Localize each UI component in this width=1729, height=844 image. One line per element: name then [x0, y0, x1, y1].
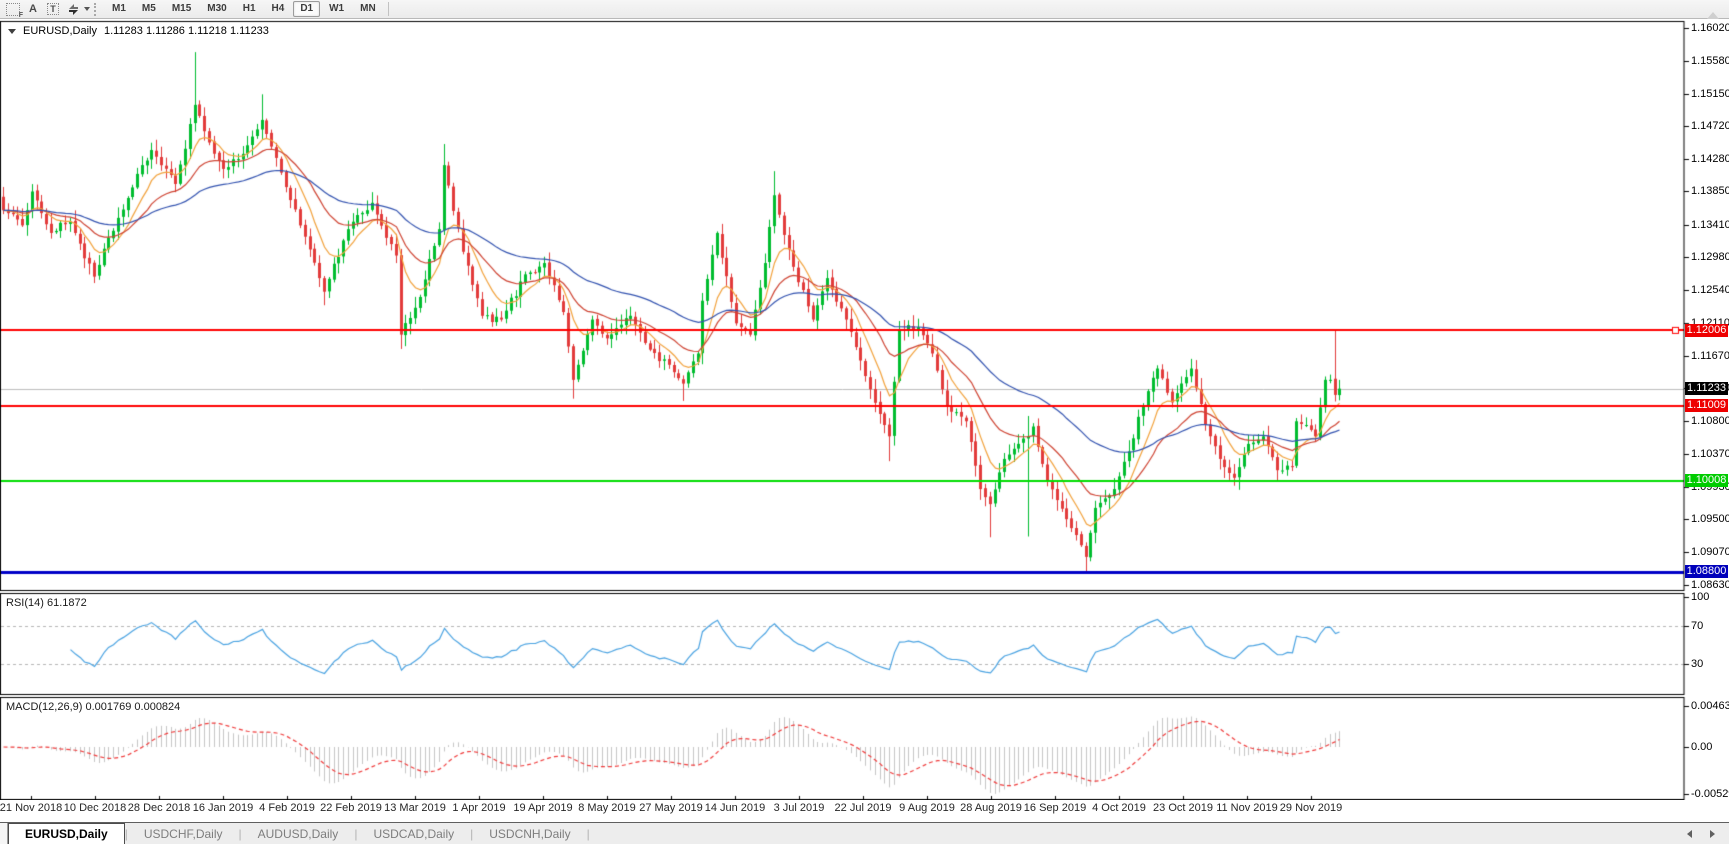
- rsi-tick-label: 30: [1691, 657, 1704, 670]
- timeframe-button-mn[interactable]: MN: [353, 1, 383, 17]
- rsi-indicator-label: RSI(14) 61.1872: [6, 597, 87, 609]
- price-tick-label: 1.09500: [1691, 513, 1729, 526]
- date-tick-label: 8 May 2019: [578, 802, 636, 814]
- price-tick-label: 1.08630: [1691, 578, 1729, 591]
- dropdown-caret-icon[interactable]: [84, 7, 90, 11]
- date-tick-label: 28 Dec 2018: [127, 802, 191, 814]
- chart-tab-audusd[interactable]: AUDUSD,Daily: [242, 823, 355, 844]
- timeframe-button-m1[interactable]: M1: [105, 1, 133, 17]
- diagonal-arrows-glyph: [68, 3, 78, 15]
- date-tick-label: 1 Apr 2019: [452, 802, 506, 814]
- tab-divider: |: [586, 826, 590, 841]
- price-tick-label: 1.09070: [1691, 545, 1729, 558]
- timeframe-button-w1[interactable]: W1: [322, 1, 351, 17]
- price-tick-label: 1.13410: [1691, 218, 1729, 231]
- price-tick-label: 1.11670: [1691, 349, 1729, 362]
- price-level-badge-1.12006: 1.12006: [1685, 323, 1728, 337]
- price-level-badge-1.10008: 1.10008: [1685, 474, 1728, 488]
- text-a-icon[interactable]: A: [24, 2, 42, 17]
- date-tick-label: 23 Oct 2019: [1153, 802, 1213, 814]
- scroll-up-icon: [1707, 12, 1719, 19]
- chart-tab-bar: EURUSD,Daily | USDCHF,Daily | AUDUSD,Daily | U…: [0, 822, 1729, 844]
- price-scale[interactable]: 1.16020 1.15580 1.15150 1.14720 1.14280 1.138…: [1684, 20, 1729, 800]
- chart-tab-usdcad[interactable]: USDCAD,Daily: [357, 823, 470, 844]
- tab-bar-notch: [0, 823, 8, 844]
- grid-f-icon[interactable]: F: [4, 2, 23, 19]
- price-tick-label: 1.10800: [1691, 415, 1729, 428]
- date-tick-label: 21 Nov 2018: [0, 802, 63, 814]
- chart-tab-usdchf[interactable]: USDCHF,Daily: [128, 823, 239, 844]
- price-level-badge-1.11009: 1.11009: [1685, 399, 1728, 412]
- rsi-tick-label: 70: [1691, 619, 1704, 632]
- arrow-styles-icon[interactable]: [64, 2, 82, 17]
- symbol-period-label: EURUSD,Daily: [23, 25, 97, 37]
- price-tick-label: 1.14720: [1691, 119, 1729, 132]
- date-tick-label: 27 May 2019: [639, 802, 703, 814]
- date-tick-label: 11 Nov 2019: [1216, 802, 1278, 814]
- price-tick-label: 1.12980: [1691, 251, 1729, 264]
- date-tick-label: 3 Jul 2019: [773, 802, 825, 814]
- macd-indicator-label: MACD(12,26,9) 0.001769 0.000824: [6, 701, 181, 713]
- date-tick-label: 19 Apr 2019: [513, 802, 573, 814]
- macd-tick-label: -0.005299: [1691, 788, 1729, 801]
- rsi-tick-label: 100: [1691, 591, 1710, 603]
- timeframe-button-d1[interactable]: D1: [293, 1, 321, 17]
- date-tick-label: 4 Feb 2019: [259, 802, 315, 814]
- price-tick-label: 1.13850: [1691, 185, 1729, 198]
- timeframe-button-m30[interactable]: M30: [200, 1, 233, 17]
- date-tick-label: 9 Aug 2019: [899, 802, 955, 814]
- price-tick-label: 1.12540: [1691, 284, 1729, 297]
- tab-scroll-right-icon[interactable]: [1710, 829, 1715, 838]
- date-tick-label: 16 Sep 2019: [1023, 802, 1087, 814]
- date-tick-label: 13 Mar 2019: [384, 802, 446, 814]
- macd-tick-label: 0.00463: [1691, 699, 1729, 712]
- tab-scroll-left-icon[interactable]: [1687, 829, 1692, 838]
- timeframe-button-h1[interactable]: H1: [236, 1, 263, 17]
- date-tick-label: 4 Oct 2019: [1092, 802, 1146, 814]
- ohlc-values: 1.11283 1.11286 1.11218 1.11233: [103, 25, 269, 37]
- tab-scroll-arrows: [1687, 823, 1729, 844]
- toolbar-separator: [387, 2, 389, 16]
- chart-tab-usdcnh[interactable]: USDCNH,Daily: [473, 823, 586, 844]
- date-tick-label: 14 Jun 2019: [704, 802, 766, 814]
- trading-terminal-window: F A T M1 M5 M15 M30 H1 H4 D1 W1 MN EURUSD,Daily …: [0, 0, 1729, 844]
- timeframe-button-m5[interactable]: M5: [135, 1, 163, 17]
- tab-list: EURUSD,Daily | USDCHF,Daily | AUDUSD,Daily | U…: [8, 823, 590, 844]
- price-level-badge-1.11233: 1.11233: [1685, 382, 1728, 396]
- toolbar-grip: [94, 2, 100, 16]
- price-tick-label: 1.14280: [1691, 153, 1729, 166]
- macd-tick-label: 0.00: [1691, 741, 1713, 753]
- date-tick-label: 28 Aug 2019: [960, 802, 1022, 814]
- timeframe-group: M1 M5 M15 M30 H1 H4 D1 W1 MN: [104, 1, 384, 17]
- price-tick-label: 1.16020: [1691, 22, 1729, 35]
- price-tick-label: 1.15150: [1691, 87, 1729, 100]
- time-scale[interactable]: 21 Nov 2018 10 Dec 2018 28 Dec 2018 16 Jan …: [0, 800, 1684, 817]
- date-tick-label: 10 Dec 2018: [63, 802, 127, 814]
- price-level-badge-1.08800: 1.08800: [1685, 565, 1728, 579]
- chart-menu-caret-icon[interactable]: [8, 28, 16, 34]
- chart-tab-eurusd[interactable]: EURUSD,Daily: [8, 823, 125, 844]
- date-tick-label: 16 Jan 2019: [192, 802, 254, 814]
- date-tick-label: 29 Nov 2019: [1279, 802, 1343, 814]
- toolbar: F A T M1 M5 M15 M30 H1 H4 D1 W1 MN: [0, 0, 1729, 19]
- date-tick-label: 22 Jul 2019: [834, 802, 892, 814]
- chart-canvas[interactable]: [0, 20, 1729, 800]
- price-tick-label: 1.15580: [1691, 55, 1729, 68]
- timeframe-button-h4[interactable]: H4: [265, 1, 292, 17]
- date-tick-label: 22 Feb 2019: [320, 802, 382, 814]
- price-tick-label: 1.10370: [1691, 447, 1729, 460]
- chart-title: EURUSD,Daily 1.11283 1.11286 1.11218 1.1…: [8, 25, 269, 37]
- timeframe-button-m15[interactable]: M15: [165, 1, 198, 17]
- text-label-icon[interactable]: T: [44, 2, 62, 17]
